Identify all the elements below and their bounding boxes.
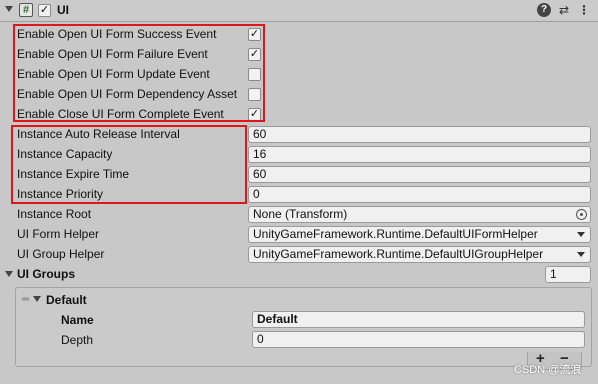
ui-groups-label: UI Groups — [17, 267, 76, 281]
instance-auto-release-input[interactable]: 60 — [248, 126, 591, 143]
object-picker-icon[interactable] — [576, 209, 587, 220]
chevron-down-icon — [577, 232, 585, 237]
ui-group-helper-value: UnityGameFramework.Runtime.DefaultUIGrou… — [253, 247, 544, 261]
group-foldout-icon[interactable] — [33, 296, 41, 302]
component-enabled-checkbox[interactable]: ✓ — [38, 4, 51, 17]
chevron-down-icon — [577, 252, 585, 257]
instance-root-label: Instance Root — [17, 207, 92, 221]
group-depth-input[interactable]: 0 — [252, 331, 585, 348]
component-header: # ✓ UI ? ⇄ ⋮ — [0, 0, 598, 22]
drag-handle-icon[interactable]: ═ — [22, 295, 29, 305]
instance-capacity-input[interactable]: 16 — [248, 146, 591, 163]
watermark-text: CSDN @流浪 — [514, 364, 582, 376]
group-name-label: Name — [61, 313, 94, 327]
ui-form-helper-value: UnityGameFramework.Runtime.DefaultUIForm… — [253, 227, 538, 241]
foldout-arrow-icon[interactable] — [5, 6, 13, 12]
help-icon[interactable]: ? — [537, 3, 551, 17]
component-title: UI — [57, 3, 69, 17]
ui-groups-foldout-icon[interactable] — [5, 271, 13, 277]
instance-highlight-box — [11, 125, 247, 204]
instance-root-value: None (Transform) — [253, 207, 348, 221]
ui-group-helper-dropdown[interactable]: UnityGameFramework.Runtime.DefaultUIGrou… — [248, 246, 591, 263]
instance-expire-time-input[interactable]: 60 — [248, 166, 591, 183]
more-options-icon[interactable]: ⋮ — [577, 3, 591, 17]
ui-groups-list: ═ Default Name Default Depth 0 — [15, 287, 592, 367]
instance-root-object-field[interactable]: None (Transform) — [248, 206, 591, 223]
script-icon: # — [19, 3, 33, 17]
group-item-title: Default — [46, 293, 87, 307]
ui-group-helper-label: UI Group Helper — [17, 247, 105, 261]
ui-form-helper-dropdown[interactable]: UnityGameFramework.Runtime.DefaultUIForm… — [248, 226, 591, 243]
ui-groups-count-input[interactable]: 1 — [545, 266, 591, 283]
presets-icon[interactable]: ⇄ — [557, 3, 571, 17]
ui-form-helper-label: UI Form Helper — [17, 227, 100, 241]
group-name-input[interactable]: Default — [252, 311, 585, 328]
instance-priority-input[interactable]: 0 — [248, 186, 591, 203]
events-highlight-box — [13, 24, 265, 122]
group-depth-label: Depth — [61, 333, 94, 347]
